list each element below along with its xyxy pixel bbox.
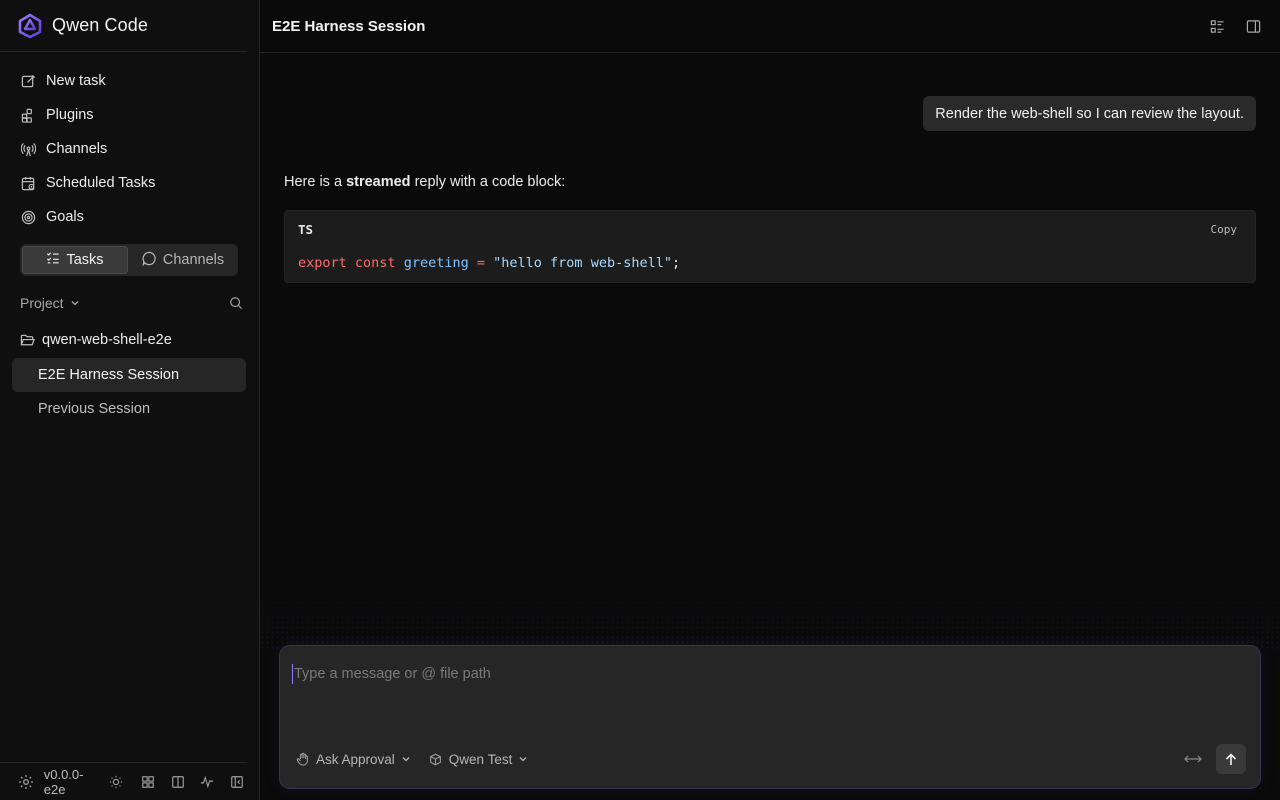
app-name: Qwen Code (52, 15, 148, 35)
nav-plugins[interactable]: Plugins (12, 98, 247, 132)
project-header: Project (20, 292, 243, 314)
folder-name: qwen-web-shell-e2e (42, 332, 172, 348)
code-string: "hello from web-shell" (493, 255, 672, 271)
project-dropdown[interactable]: Project (20, 295, 80, 311)
code-identifier: greeting (403, 255, 469, 271)
chevron-down-icon (401, 754, 411, 764)
edit-icon (20, 73, 36, 89)
brand: Qwen Code (0, 0, 247, 52)
code-block: TS Copy export const greeting = "hello f… (284, 210, 1256, 283)
view-switcher: Tasks Channels (20, 244, 238, 276)
code-operator: = (476, 255, 486, 271)
chevron-down-icon (70, 295, 80, 311)
app-root: Qwen Code New task Plugins Channels Sche… (0, 0, 1280, 800)
page-title: E2E Harness Session (272, 17, 426, 35)
approval-mode-label: Ask Approval (316, 751, 395, 767)
tab-tasks-label: Tasks (66, 252, 104, 268)
collapse-sidebar-icon[interactable] (227, 772, 247, 792)
arrow-up-icon (1225, 752, 1237, 766)
sun-icon[interactable] (106, 772, 126, 792)
session-item[interactable]: Previous Session (12, 392, 246, 426)
composer-actions (1184, 744, 1246, 774)
model-label: Qwen Test (448, 751, 513, 767)
checklist-icon[interactable] (1208, 17, 1226, 35)
session-item-active[interactable]: E2E Harness Session (12, 358, 246, 392)
sidebar-footer: v0.0.0-e2e (0, 762, 247, 800)
version-label: v0.0.0-e2e (43, 766, 84, 797)
copy-button[interactable]: Copy (1211, 223, 1238, 236)
nav-label: Goals (46, 209, 84, 225)
plugins-icon (20, 107, 36, 123)
qwen-logo-icon (16, 12, 44, 40)
project-folder[interactable]: qwen-web-shell-e2e (20, 328, 247, 352)
assistant-text-prefix: Here is a (284, 174, 347, 190)
nav-label: Scheduled Tasks (46, 175, 156, 191)
nav-new-task[interactable]: New task (12, 64, 247, 98)
assistant-text-bold: streamed (346, 174, 411, 190)
model-select[interactable]: Qwen Test (429, 752, 529, 767)
code-keyword: const (354, 255, 396, 271)
project-label-text: Project (20, 295, 64, 311)
approval-mode-select[interactable]: Ask Approval (296, 752, 411, 767)
folder-open-icon (20, 333, 35, 348)
session-label: Previous Session (38, 401, 151, 417)
search-icon[interactable] (229, 296, 243, 310)
send-button[interactable] (1216, 744, 1246, 774)
chevron-down-icon (518, 754, 528, 764)
user-message: Render the web-shell so I can review the… (923, 96, 1256, 131)
cube-icon (429, 752, 443, 766)
activity-icon[interactable] (198, 772, 218, 792)
target-icon (20, 209, 36, 225)
chat-bubble-icon (142, 251, 157, 270)
nav-label: Plugins (46, 107, 94, 123)
code-line: export const greeting = "hello from web-… (298, 255, 680, 271)
code-keyword: export (298, 255, 347, 271)
code-language: TS (298, 222, 314, 237)
nav-label: Channels (46, 141, 108, 157)
composer-toolbar: Ask Approval Qwen Test (296, 744, 1246, 774)
message-input[interactable] (292, 664, 1248, 684)
panel-right-icon[interactable] (1244, 17, 1262, 35)
tab-channels-label: Channels (162, 252, 225, 268)
gear-icon[interactable] (16, 772, 36, 792)
header-actions (1208, 17, 1262, 35)
expand-horizontal-icon[interactable] (1184, 753, 1202, 765)
broadcast-icon (20, 141, 36, 157)
nav-channels[interactable]: Channels (12, 132, 247, 166)
nav-label: New task (46, 73, 106, 89)
composer-options: Ask Approval Qwen Test (296, 752, 528, 767)
calendar-clock-icon (20, 175, 36, 191)
tab-channels[interactable]: Channels (130, 246, 236, 274)
assistant-text-suffix: reply with a code block: (410, 174, 566, 190)
hand-icon (296, 752, 310, 766)
split-view-icon[interactable] (168, 772, 188, 792)
header: E2E Harness Session (260, 0, 1280, 53)
code-punctuation: ; (671, 255, 681, 271)
composer: Ask Approval Qwen Test (280, 646, 1260, 788)
tasks-list-icon (46, 251, 60, 269)
grid-icon[interactable] (138, 772, 158, 792)
tab-tasks[interactable]: Tasks (22, 246, 128, 274)
sidebar: Qwen Code New task Plugins Channels Sche… (0, 0, 260, 800)
assistant-message: Here is a streamed reply with a code blo… (284, 174, 565, 190)
nav-goals[interactable]: Goals (12, 200, 247, 234)
nav-scheduled-tasks[interactable]: Scheduled Tasks (12, 166, 247, 200)
session-label: E2E Harness Session (38, 367, 180, 383)
main-panel: E2E Harness Session Render the web-shell… (260, 0, 1280, 800)
composer-glow (260, 590, 1280, 650)
sidebar-nav: New task Plugins Channels Scheduled Task… (0, 52, 259, 234)
